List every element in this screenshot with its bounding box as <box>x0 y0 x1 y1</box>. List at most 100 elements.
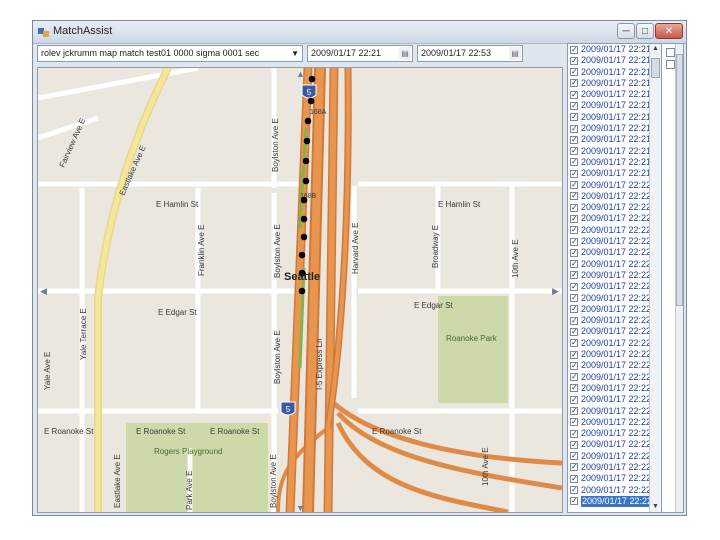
list-item[interactable]: 2009/01/17 22:22 <box>568 439 660 450</box>
title-bar[interactable]: MatchAssist ─ □ ✕ <box>33 21 686 44</box>
list-item[interactable]: 2009/01/17 22:21 <box>568 111 660 123</box>
gps-point[interactable] <box>308 75 316 83</box>
list-item-checkbox[interactable] <box>570 315 578 326</box>
list-item-checkbox[interactable] <box>570 281 578 292</box>
gps-point[interactable] <box>307 97 315 105</box>
list-item[interactable]: 2009/01/17 22:22 <box>568 495 660 507</box>
list-item[interactable]: 2009/01/17 22:22 <box>568 337 660 349</box>
list-item-checkbox[interactable] <box>570 202 578 213</box>
dropdown-arrow-icon[interactable]: ▼ <box>291 46 299 61</box>
list-item-checkbox[interactable] <box>570 416 578 427</box>
list-item[interactable]: 2009/01/17 22:21 <box>568 89 660 100</box>
list-item[interactable]: 2009/01/17 22:21 <box>568 156 660 168</box>
list-item-checkbox[interactable] <box>570 66 578 77</box>
list-item[interactable]: 2009/01/17 22:22 <box>568 258 660 270</box>
pan-down-icon[interactable]: ▼ <box>296 503 305 512</box>
list-item-checkbox[interactable] <box>570 303 578 314</box>
gps-point[interactable] <box>302 177 310 185</box>
calendar-icon[interactable]: ▤ <box>509 47 521 60</box>
list-item[interactable]: 2009/01/17 22:21 <box>568 100 660 111</box>
list-item-checkbox[interactable] <box>570 179 578 190</box>
list-item[interactable]: 2009/01/17 22:22 <box>568 484 660 496</box>
gps-point[interactable] <box>298 269 306 277</box>
list-item-checkbox[interactable] <box>570 145 578 156</box>
list-item-checkbox[interactable] <box>570 394 578 405</box>
gps-point[interactable] <box>300 233 308 241</box>
list-item-checkbox[interactable] <box>570 224 578 235</box>
list-item-checkbox[interactable] <box>570 55 578 66</box>
list-item-checkbox[interactable] <box>570 428 578 439</box>
list-item[interactable]: 2009/01/17 22:21 <box>568 55 660 66</box>
start-time-picker[interactable]: 2009/01/17 22:21 ▤ <box>307 45 413 62</box>
list-item[interactable]: 2009/01/17 22:22 <box>568 236 660 247</box>
list-item-checkbox[interactable] <box>570 473 578 484</box>
map-view[interactable]: 5 5 Fairview Ave E Eastlake Ave E Boylst… <box>37 67 563 513</box>
pan-up-icon[interactable]: ▲ <box>296 69 305 79</box>
list-item-checkbox[interactable] <box>570 89 578 100</box>
list-item[interactable]: 2009/01/17 22:22 <box>568 360 660 371</box>
gps-point[interactable] <box>304 117 312 125</box>
pan-left-icon[interactable]: ◀ <box>40 286 47 296</box>
list-item-checkbox[interactable] <box>570 371 578 382</box>
list-item-checkbox[interactable] <box>570 337 578 348</box>
list-item[interactable]: 2009/01/17 22:22 <box>568 473 660 484</box>
gps-point[interactable] <box>300 215 308 223</box>
list-item-checkbox[interactable] <box>570 495 578 506</box>
timestamp-list[interactable]: 2009/01/17 22:212009/01/17 22:212009/01/… <box>567 43 661 513</box>
list-item-checkbox[interactable] <box>570 326 578 337</box>
list-item[interactable]: 2009/01/17 22:22 <box>568 247 660 258</box>
side-scrollbar[interactable] <box>675 44 683 512</box>
gps-point[interactable] <box>298 287 306 295</box>
list-item[interactable]: 2009/01/17 22:22 <box>568 394 660 405</box>
list-item-checkbox[interactable] <box>570 461 578 472</box>
list-item[interactable]: 2009/01/17 22:22 <box>568 405 660 417</box>
list-item-checkbox[interactable] <box>570 349 578 360</box>
list-item[interactable]: 2009/01/17 22:21 <box>568 77 660 89</box>
calendar-icon[interactable]: ▤ <box>399 47 411 60</box>
list-item-checkbox[interactable] <box>570 382 578 393</box>
list-item-checkbox[interactable] <box>570 405 578 416</box>
list-item-checkbox[interactable] <box>570 100 578 111</box>
scroll-down-icon[interactable]: ▼ <box>650 502 661 512</box>
gps-point[interactable] <box>298 251 306 259</box>
list-item-checkbox[interactable] <box>570 77 578 88</box>
list-item[interactable]: 2009/01/17 22:22 <box>568 428 660 439</box>
scrollbar-thumb[interactable] <box>651 58 660 78</box>
list-item[interactable]: 2009/01/17 22:22 <box>568 315 660 326</box>
list-item[interactable]: 2009/01/17 22:22 <box>568 179 660 191</box>
list-item-checkbox[interactable] <box>570 258 578 269</box>
list-item[interactable]: 2009/01/17 22:22 <box>568 303 660 315</box>
gps-point[interactable] <box>302 157 310 165</box>
list-item-checkbox[interactable] <box>570 247 578 258</box>
list-item-checkbox[interactable] <box>570 236 578 247</box>
gps-point[interactable] <box>303 137 311 145</box>
list-item-checkbox[interactable] <box>570 484 578 495</box>
list-item-checkbox[interactable] <box>570 123 578 134</box>
list-item-checkbox[interactable] <box>570 439 578 450</box>
list-item[interactable]: 2009/01/17 22:22 <box>568 326 660 337</box>
list-item[interactable]: 2009/01/17 22:22 <box>568 213 660 224</box>
list-item[interactable]: 2009/01/17 22:22 <box>568 190 660 202</box>
side-scrollbar-thumb[interactable] <box>676 54 683 306</box>
list-item-checkbox[interactable] <box>570 292 578 303</box>
list-item-checkbox[interactable] <box>570 269 578 280</box>
list-item-checkbox[interactable] <box>570 213 578 224</box>
list-item-checkbox[interactable] <box>570 111 578 122</box>
list-item[interactable]: 2009/01/17 22:21 <box>568 123 660 134</box>
trace-select[interactable]: rolev jckrumm map match test01 0000 sigm… <box>37 45 303 62</box>
list-item[interactable]: 2009/01/17 22:22 <box>568 450 660 462</box>
list-item[interactable]: 2009/01/17 22:22 <box>568 371 660 383</box>
list-item[interactable]: 2009/01/17 22:22 <box>568 292 660 304</box>
side-checkbox[interactable] <box>666 60 675 69</box>
list-item[interactable]: 2009/01/17 22:22 <box>568 269 660 281</box>
list-item-checkbox[interactable] <box>570 44 578 55</box>
list-item[interactable]: 2009/01/17 22:22 <box>568 224 660 236</box>
list-item[interactable]: 2009/01/17 22:21 <box>568 168 660 179</box>
list-item-checkbox[interactable] <box>570 190 578 201</box>
close-button[interactable]: ✕ <box>655 23 683 39</box>
list-item-checkbox[interactable] <box>570 360 578 371</box>
scroll-up-icon[interactable]: ▲ <box>650 44 661 54</box>
list-item[interactable]: 2009/01/17 22:22 <box>568 461 660 473</box>
pan-right-icon[interactable]: ▶ <box>552 286 559 296</box>
list-scrollbar[interactable]: ▲ ▼ <box>649 44 661 512</box>
